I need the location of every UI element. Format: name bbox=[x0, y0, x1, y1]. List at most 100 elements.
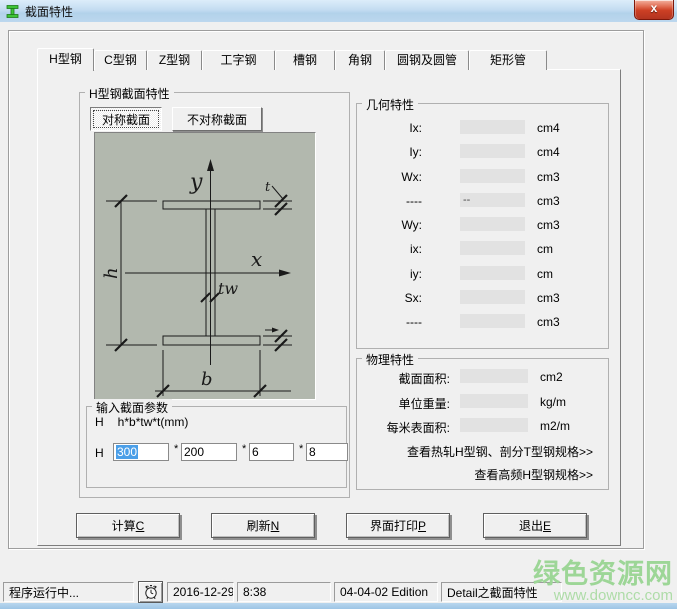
prop-unit: cm4 bbox=[537, 145, 560, 160]
prop-value-field bbox=[460, 418, 528, 433]
multiply-separator: * bbox=[174, 443, 179, 455]
property-row-dash1: ---- -- cm3 bbox=[357, 189, 608, 213]
prop-label: Iy: bbox=[409, 145, 422, 160]
prop-label: 单位重量: bbox=[398, 396, 450, 411]
tab-z-steel[interactable]: Z型钢 bbox=[147, 50, 202, 70]
status-time: 8:38 bbox=[237, 582, 331, 602]
section-properties-window: 截面特性 x H型钢 C型钢 Z型钢 工字钢 槽钢 角钢 圆钢及圆管 矩形管 H… bbox=[0, 0, 677, 609]
refresh-button[interactable]: 刷新 N bbox=[211, 513, 315, 538]
prop-value-field bbox=[460, 120, 525, 134]
asymmetric-section-button[interactable]: 不对称截面 bbox=[172, 107, 262, 131]
property-row-ix: Ix: cm4 bbox=[357, 116, 608, 140]
tab-h-steel[interactable]: H型钢 bbox=[37, 48, 94, 71]
geometry-properties-group: 几何特性 Ix: cm4 Iy: cm4 Wx: cm3 ---- -- cm3… bbox=[356, 96, 609, 349]
tab-angle-steel[interactable]: 角钢 bbox=[335, 50, 385, 70]
geometry-rows: Ix: cm4 Iy: cm4 Wx: cm3 ---- -- cm3 Wy: … bbox=[357, 116, 608, 335]
prop-unit: m2/m bbox=[540, 419, 570, 434]
prop-unit: cm2 bbox=[540, 370, 563, 384]
property-row-sx: Sx: cm3 bbox=[357, 286, 608, 310]
multiply-separator: * bbox=[242, 443, 247, 455]
property-row-surface: 每米表面积: m2/m bbox=[357, 414, 608, 439]
ibeam-app-icon bbox=[6, 4, 19, 18]
h-section-group: H型钢截面特性 对称截面 不对称截面 y x h b tw t 输入截面参数 H… bbox=[79, 85, 350, 498]
property-row-iy: Iy: cm4 bbox=[357, 140, 608, 164]
h-beam-diagram: y x h b tw t bbox=[94, 132, 316, 400]
titlebar[interactable]: 截面特性 x bbox=[0, 0, 677, 22]
diagram-label-b: b bbox=[201, 369, 213, 390]
symmetric-section-button[interactable]: 对称截面 bbox=[90, 107, 162, 131]
prop-value-field bbox=[460, 290, 525, 305]
tab-i-steel[interactable]: 工字钢 bbox=[202, 50, 275, 70]
prop-value-field bbox=[460, 217, 525, 232]
property-row-ix-radius: ix: cm bbox=[357, 237, 608, 261]
tab-rect-pipe[interactable]: 矩形管 bbox=[469, 50, 547, 70]
prop-unit: kg/m bbox=[540, 394, 567, 409]
prop-value-field bbox=[460, 393, 528, 408]
hot-rolled-spec-link[interactable]: 查看热轧H型钢、剖分T型钢规格>> bbox=[407, 443, 593, 460]
property-row-wx: Wx: cm3 bbox=[357, 165, 608, 189]
prop-label: 截面面积: bbox=[398, 372, 450, 386]
prop-label: Wy: bbox=[401, 218, 422, 233]
diagram-label-t: t bbox=[265, 180, 271, 195]
diagram-label-h: h bbox=[101, 267, 122, 279]
h-beam-diagram-drawing: y x h b tw t bbox=[101, 159, 292, 398]
geometry-group-title: 几何特性 bbox=[362, 96, 419, 113]
physical-properties-group: 物理特性 截面面积: cm2 单位重量: kg/m 每米表面积: m2/m 查看… bbox=[356, 351, 609, 490]
diagram-label-x: x bbox=[251, 247, 262, 271]
prop-unit: cm3 bbox=[537, 315, 560, 330]
prop-value-field bbox=[460, 241, 525, 256]
prop-label: Sx: bbox=[404, 291, 422, 306]
exit-button[interactable]: 退出 E bbox=[483, 513, 587, 538]
input-b[interactable]: 200 bbox=[181, 443, 237, 461]
input-t[interactable]: 8 bbox=[306, 443, 348, 461]
status-date: 2016-12-29 bbox=[167, 582, 234, 602]
window-frame-bottom bbox=[0, 603, 677, 609]
diagram-label-y: y bbox=[189, 170, 203, 195]
input-tw[interactable]: 6 bbox=[249, 443, 294, 461]
h-section-group-title: H型钢截面特性 bbox=[85, 85, 174, 102]
tab-round-steel-pipe[interactable]: 圆钢及圆管 bbox=[385, 50, 469, 70]
window-title: 截面特性 bbox=[25, 4, 74, 19]
tab-c-steel[interactable]: C型钢 bbox=[94, 50, 147, 70]
prop-unit: cm3 bbox=[537, 291, 560, 306]
prop-label: ---- bbox=[406, 193, 422, 208]
prop-value-field: -- bbox=[460, 192, 525, 207]
diagram-label-tw: tw bbox=[218, 279, 238, 298]
calculate-button[interactable]: 计算 C bbox=[76, 513, 180, 538]
prop-label: ---- bbox=[406, 315, 422, 330]
prop-unit: cm bbox=[537, 266, 553, 281]
prop-value-field bbox=[460, 314, 525, 329]
status-edition: 04-04-02 Edition bbox=[334, 582, 438, 602]
prop-label: Wx: bbox=[401, 169, 422, 184]
input-format-line: Hh*b*tw*t(mm) bbox=[95, 415, 189, 429]
status-running: 程序运行中... bbox=[3, 582, 134, 602]
clock-icon bbox=[144, 585, 157, 599]
prop-value-field bbox=[460, 144, 525, 159]
tab-content-pane: H型钢截面特性 对称截面 不对称截面 y x h b tw t 输入截面参数 H… bbox=[37, 69, 621, 546]
property-row-dash2: ---- cm3 bbox=[357, 310, 608, 334]
prop-value-field bbox=[460, 265, 525, 280]
input-parameters-group: 输入截面参数 Hh*b*tw*t(mm) H 300 * 200 * 6 * 8 bbox=[86, 399, 348, 488]
prop-label: Ix: bbox=[409, 121, 422, 135]
prop-value-field bbox=[460, 168, 525, 183]
prop-label: 每米表面积: bbox=[386, 421, 450, 436]
high-frequency-spec-link[interactable]: 查看高频H型钢规格>> bbox=[474, 466, 593, 483]
property-row-weight: 单位重量: kg/m bbox=[357, 390, 608, 415]
close-icon: x bbox=[650, 1, 658, 15]
prop-unit: cm3 bbox=[537, 218, 560, 233]
tab-channel-steel[interactable]: 槽钢 bbox=[275, 50, 335, 70]
multiply-separator: * bbox=[299, 443, 304, 455]
prop-label: ix: bbox=[410, 242, 422, 257]
print-button[interactable]: 界面打印 P bbox=[346, 513, 450, 538]
clock-button[interactable] bbox=[138, 581, 163, 603]
input-row-label: H bbox=[95, 446, 104, 460]
input-h[interactable]: 300 bbox=[113, 443, 169, 461]
close-button[interactable]: x bbox=[634, 0, 674, 20]
physics-rows: 截面面积: cm2 单位重量: kg/m 每米表面积: m2/m bbox=[357, 365, 608, 439]
input-group-title: 输入截面参数 bbox=[92, 399, 173, 416]
prop-unit: cm4 bbox=[537, 121, 560, 135]
prop-unit: cm3 bbox=[537, 169, 560, 184]
property-row-wy: Wy: cm3 bbox=[357, 213, 608, 237]
prop-unit: cm3 bbox=[537, 193, 560, 208]
status-detail: Detail之截面特性 bbox=[441, 582, 562, 602]
